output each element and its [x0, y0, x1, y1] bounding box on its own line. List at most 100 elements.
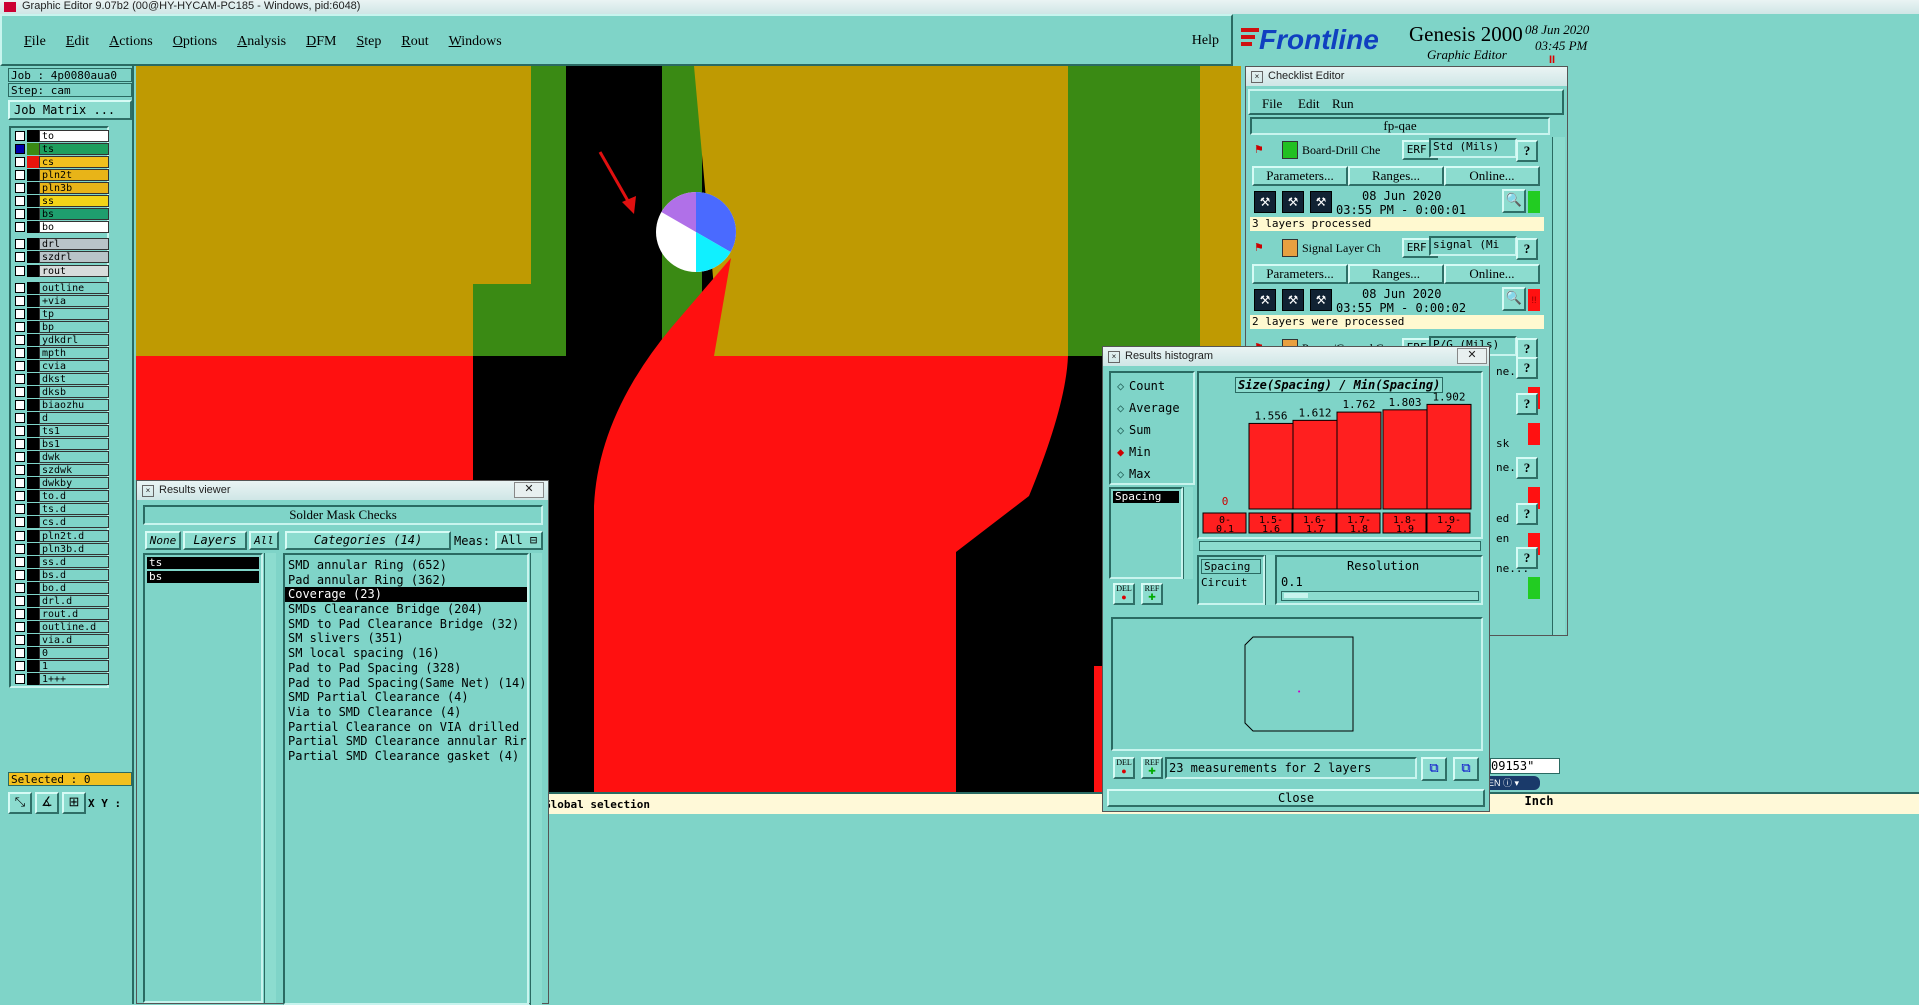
layer-row[interactable]: tp — [11, 307, 109, 321]
close-icon[interactable]: ✕ — [514, 482, 544, 498]
menu-dfm[interactable]: DFM — [306, 34, 336, 50]
layer-checkbox[interactable] — [15, 144, 25, 155]
zoom-result-icon[interactable]: ⧉ — [1453, 757, 1479, 781]
run-all-icon[interactable]: ⚒ — [1310, 191, 1332, 213]
mode-radio-average[interactable]: ◇ Average — [1117, 401, 1180, 415]
layer-name[interactable]: ts.d — [39, 503, 109, 516]
layer-row[interactable]: szdwk — [11, 464, 109, 477]
measure-scrollbar[interactable] — [1183, 487, 1193, 579]
online-button[interactable]: Online... — [1444, 166, 1540, 186]
layer-name[interactable]: bs.d — [39, 568, 109, 581]
layer-row[interactable]: ss — [11, 195, 109, 208]
layer-row[interactable]: to.d — [11, 490, 109, 503]
meas-name-scrollbar[interactable] — [1265, 555, 1275, 605]
layer-row[interactable]: to — [11, 130, 109, 143]
run-icon[interactable]: ⚒ — [1254, 289, 1276, 311]
layer-row[interactable]: mpth — [11, 346, 109, 360]
layer-name[interactable]: ss.d — [39, 555, 109, 568]
layer-checkbox[interactable] — [15, 530, 25, 541]
layer-checkbox[interactable] — [15, 452, 25, 463]
partial-button-label[interactable]: en — [1496, 532, 1509, 545]
layer-row[interactable]: biaozhu — [11, 399, 109, 412]
menu-actions[interactable]: Actions — [109, 34, 153, 50]
layer-row[interactable]: dwk — [11, 451, 109, 464]
layer-name[interactable]: to — [39, 130, 109, 142]
layer-row[interactable]: pln2t — [11, 169, 109, 182]
histogram-bar[interactable] — [1426, 403, 1472, 510]
layer-name[interactable]: pln2t.d — [39, 529, 109, 542]
checklist-scrollbar[interactable] — [1552, 137, 1565, 635]
menu-rout[interactable]: Rout — [401, 34, 428, 50]
mode-radio-min[interactable]: ◆ Min — [1117, 445, 1151, 459]
category-item[interactable]: SM local spacing (16) — [285, 646, 527, 661]
layer-checkbox[interactable] — [15, 239, 25, 250]
check-name[interactable]: Signal Layer Ch — [1302, 241, 1402, 256]
menu-options[interactable]: Options — [173, 34, 217, 50]
layer-name[interactable]: bo — [39, 221, 109, 234]
layer-name[interactable]: bs — [39, 208, 109, 221]
category-item[interactable]: SMD Partial Clearance (4) — [285, 690, 527, 705]
check-help-button[interactable]: ? — [1516, 140, 1538, 162]
categories-button[interactable]: Categories (14) — [285, 531, 451, 550]
menu-file[interactable]: File — [24, 34, 46, 50]
parameters-button[interactable]: Parameters... — [1252, 264, 1348, 284]
checklist-menu-edit[interactable]: Edit — [1298, 96, 1320, 112]
layer-checkbox[interactable] — [15, 674, 25, 685]
layer-checkbox[interactable] — [15, 413, 25, 424]
layer-checkbox[interactable] — [15, 321, 25, 332]
meas-name-circuit[interactable]: Circuit — [1199, 576, 1263, 589]
layer-checkbox[interactable] — [15, 621, 25, 632]
layer-row[interactable]: pln3b — [11, 182, 109, 195]
histogram-bar[interactable] — [1336, 411, 1382, 510]
layer-row[interactable]: drl — [11, 238, 109, 251]
result-layer-item[interactable]: bs — [147, 571, 259, 583]
resolution-slider-thumb[interactable] — [1284, 593, 1308, 598]
layer-name[interactable]: bs1 — [39, 438, 109, 451]
layer-name[interactable]: outline.d — [39, 620, 109, 633]
layer-name[interactable]: biaozhu — [39, 399, 109, 411]
layer-row[interactable]: dksb — [11, 385, 109, 399]
layer-checkbox[interactable] — [15, 308, 25, 319]
layer-row[interactable]: szdrl — [11, 251, 109, 264]
category-item[interactable]: Partial SMD Clearance annular Rir — [285, 734, 527, 749]
layer-row[interactable]: drl.d — [11, 594, 109, 608]
category-item[interactable]: Pad to Pad Spacing(Same Net) (14) — [285, 676, 527, 691]
layer-row[interactable]: +via — [11, 294, 109, 308]
layer-name[interactable]: cvia — [39, 359, 109, 372]
layer-checkbox[interactable] — [15, 491, 25, 502]
layer-name[interactable]: bo.d — [39, 581, 109, 594]
layer-row[interactable]: cvia — [11, 359, 109, 373]
layer-checkbox[interactable] — [15, 478, 25, 489]
layer-name[interactable]: pln2t — [39, 169, 109, 182]
layer-name[interactable]: dksb — [39, 385, 109, 398]
close-icon[interactable]: ✕ — [1457, 348, 1487, 364]
menu-edit[interactable]: Edit — [66, 34, 89, 50]
layer-checkbox[interactable] — [15, 131, 25, 141]
measure-list-item[interactable]: Spacing — [1113, 491, 1179, 503]
layer-checkbox[interactable] — [15, 400, 25, 410]
online-button[interactable]: Online... — [1444, 264, 1540, 284]
layer-name[interactable]: drl.d — [39, 594, 109, 607]
layer-name[interactable]: 1 — [39, 660, 109, 672]
check-name[interactable]: Board-Drill Che — [1302, 143, 1402, 158]
category-item[interactable]: Partial SMD Clearance gasket (4) — [285, 749, 527, 764]
layer-checkbox[interactable] — [15, 569, 25, 580]
layer-row[interactable]: ss.d — [11, 555, 109, 569]
check-help-button[interactable]: ? — [1516, 357, 1538, 379]
layer-checkbox[interactable] — [15, 595, 25, 606]
histogram-bar[interactable] — [1382, 409, 1428, 510]
menu-help[interactable]: Help — [1192, 33, 1219, 49]
del-button[interactable]: DEL ● — [1113, 757, 1135, 779]
menu-windows[interactable]: Windows — [449, 34, 502, 50]
layer-row[interactable]: bs.d — [11, 568, 109, 582]
layer-name[interactable]: pln3b.d — [39, 542, 109, 555]
layer-checkbox[interactable] — [15, 465, 25, 476]
layer-row[interactable]: dkst — [11, 372, 109, 386]
layer-row[interactable]: 1 — [11, 660, 109, 673]
layer-name[interactable]: tp — [39, 307, 109, 320]
menu-analysis[interactable]: Analysis — [237, 34, 286, 50]
category-item[interactable]: Coverage (23) — [285, 587, 527, 603]
layer-name[interactable]: 0 — [39, 646, 109, 659]
layer-checkbox[interactable] — [15, 222, 25, 233]
job-matrix-button[interactable]: Job Matrix ... — [8, 100, 132, 120]
